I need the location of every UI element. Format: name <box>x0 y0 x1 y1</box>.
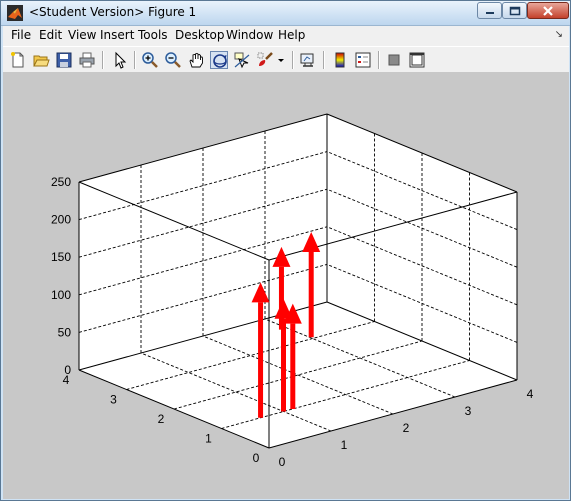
minimize-icon <box>485 11 494 14</box>
toolbar-separator <box>378 51 380 69</box>
save-icon <box>56 52 72 68</box>
figure-canvas[interactable]: 0 50 100 150 200 250 0 1 2 3 4 0 1 2 3 4 <box>3 73 569 499</box>
print-button[interactable] <box>78 51 96 69</box>
link-plot-icon <box>300 53 314 67</box>
hide-plot-tools-button[interactable] <box>385 51 403 69</box>
minimize-button[interactable] <box>477 2 502 19</box>
link-plot-button[interactable] <box>299 51 317 69</box>
insert-legend-button[interactable] <box>354 51 372 69</box>
toolbar-separator <box>323 51 325 69</box>
x-tick-label: 2 <box>403 421 410 435</box>
rotate-3d-button[interactable] <box>210 51 228 69</box>
brush-dropdown-button[interactable] <box>276 51 286 69</box>
pan-button[interactable] <box>187 51 205 69</box>
menu-window[interactable]: Window <box>226 28 273 42</box>
axes-3d[interactable]: 0501001502002500123401234 <box>3 73 569 499</box>
edit-plot-arrow-icon <box>115 51 127 69</box>
save-button[interactable] <box>55 51 73 69</box>
insert-colorbar-icon <box>335 52 345 68</box>
menu-insert[interactable]: Insert <box>100 28 134 42</box>
open-file-button[interactable] <box>32 51 50 69</box>
menu-bar: File Edit View Insert Tools Desktop Wind… <box>3 26 569 46</box>
toolbar-separator <box>102 51 104 69</box>
z-tick-label: 250 <box>51 175 71 189</box>
close-button[interactable] <box>527 2 569 19</box>
brush-icon <box>257 52 273 66</box>
open-file-icon <box>33 55 50 67</box>
y-tick-label: 4 <box>63 373 70 387</box>
figure-toolbar <box>3 46 569 73</box>
z-tick-label: 100 <box>51 288 71 302</box>
menu-help[interactable]: Help <box>278 28 305 42</box>
toolbar-separator <box>292 51 294 69</box>
hide-plot-tools-icon <box>388 54 400 66</box>
menu-tools[interactable]: Tools <box>138 28 168 42</box>
zoom-in-button[interactable] <box>141 51 159 69</box>
zoom-out-button[interactable] <box>164 51 182 69</box>
brush-button[interactable] <box>256 51 274 69</box>
new-figure-icon <box>11 52 24 68</box>
data-cursor-icon <box>234 52 250 69</box>
show-plot-tools-icon <box>409 52 425 68</box>
y-tick-label: 0 <box>253 451 260 465</box>
z-tick-label: 200 <box>51 213 71 227</box>
maximize-icon <box>509 6 520 15</box>
pan-hand-icon <box>189 53 203 68</box>
rotate-3d-icon <box>213 54 227 68</box>
zoom-out-icon <box>165 52 181 68</box>
y-tick-label: 2 <box>158 412 165 426</box>
menu-edit[interactable]: Edit <box>39 28 62 42</box>
dock-arrow-icon[interactable]: ↘ <box>555 29 563 40</box>
maximize-button[interactable] <box>502 2 527 19</box>
figure-window: <Student Version> Figure 1 File Edit Vie… <box>0 0 571 501</box>
menu-desktop[interactable]: Desktop <box>175 28 225 42</box>
toolbar-separator <box>134 51 136 69</box>
matlab-icon <box>7 5 23 21</box>
print-icon <box>79 52 95 68</box>
edit-plot-button[interactable] <box>111 51 129 69</box>
x-tick-label: 1 <box>341 438 348 452</box>
y-tick-label: 1 <box>205 432 212 446</box>
data-cursor-button[interactable] <box>233 51 251 69</box>
brush-dropdown-icon <box>278 59 284 62</box>
close-icon <box>543 5 553 16</box>
title-bar[interactable]: <Student Version> Figure 1 <box>1 1 570 26</box>
window-title: <Student Version> Figure 1 <box>29 5 197 19</box>
zoom-in-icon <box>142 52 158 68</box>
x-tick-label: 4 <box>527 387 534 401</box>
menu-file[interactable]: File <box>11 28 31 42</box>
menu-view[interactable]: View <box>68 28 96 42</box>
new-figure-button[interactable] <box>9 51 27 69</box>
z-tick-label: 150 <box>51 250 71 264</box>
y-tick-label: 3 <box>110 393 117 407</box>
show-plot-tools-button[interactable] <box>408 51 426 69</box>
insert-colorbar-button[interactable] <box>331 51 349 69</box>
x-tick-label: 0 <box>279 455 286 469</box>
insert-legend-icon <box>355 52 371 68</box>
z-tick-label: 50 <box>58 325 72 339</box>
x-tick-label: 3 <box>465 404 472 418</box>
